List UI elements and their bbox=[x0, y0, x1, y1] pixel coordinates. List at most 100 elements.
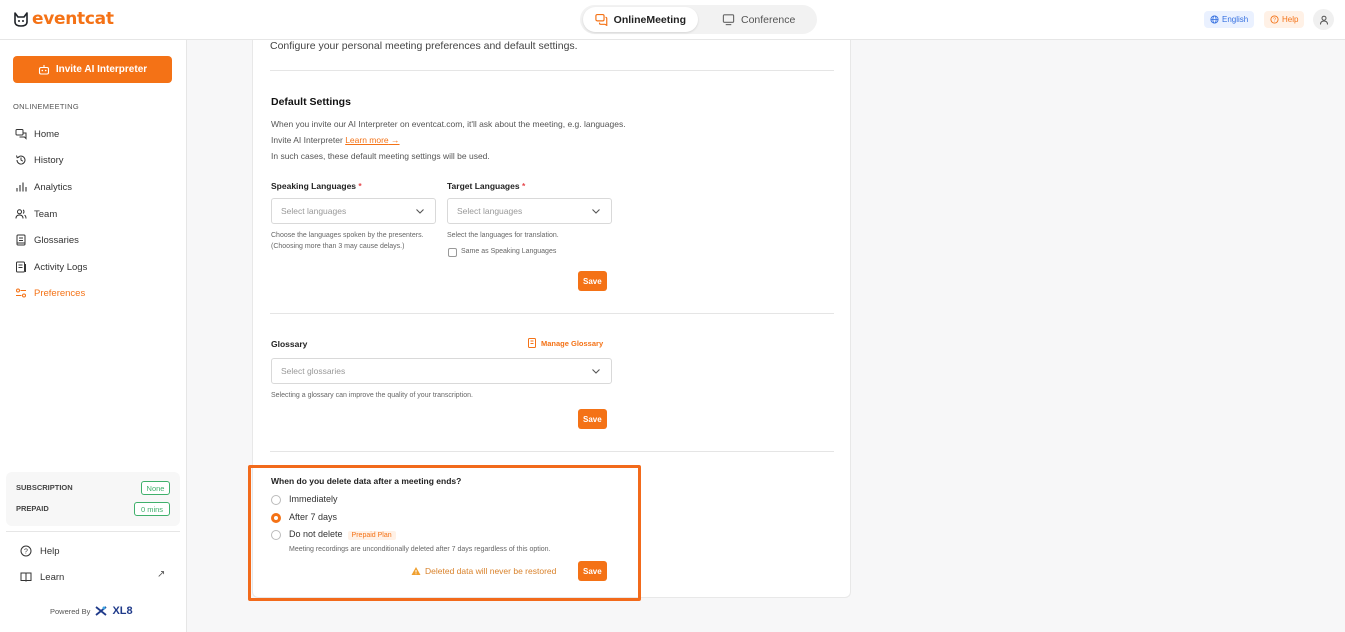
deletion-warning-text: Deleted data will never be restored bbox=[425, 566, 557, 576]
sidebar-help-link[interactable]: ? Help bbox=[20, 543, 60, 559]
chevron-down-icon bbox=[416, 209, 424, 214]
required-mark: * bbox=[521, 181, 526, 191]
sidebar-item-glossaries[interactable]: Glossaries bbox=[15, 232, 79, 248]
default-settings-save-button[interactable]: Save bbox=[578, 271, 607, 291]
invite-ai-interpreter-button[interactable]: Invite AI Interpreter bbox=[13, 56, 172, 83]
sidebar-item-preferences[interactable]: Preferences bbox=[15, 285, 85, 301]
radio-immediately[interactable] bbox=[271, 495, 281, 505]
eventcat-logo[interactable]: eventcat bbox=[12, 9, 114, 29]
speaking-languages-placeholder: Select languages bbox=[281, 206, 347, 216]
sidebar-item-label: History bbox=[34, 154, 64, 166]
sidebar-item-home[interactable]: Home bbox=[15, 126, 59, 142]
default-settings-note: In such cases, these default meeting set… bbox=[271, 151, 490, 161]
activity-log-icon bbox=[16, 261, 26, 273]
prepaid-plan-badge: Prepaid Plan bbox=[347, 531, 396, 540]
section-divider bbox=[270, 451, 834, 452]
preferences-card: Configure your personal meeting preferen… bbox=[252, 40, 851, 598]
history-icon bbox=[16, 155, 26, 165]
sidebar-item-analytics[interactable]: Analytics bbox=[15, 179, 72, 195]
globe-icon bbox=[1210, 15, 1219, 24]
radio-immediately-label[interactable]: Immediately bbox=[289, 494, 338, 504]
glossary-hint: Selecting a glossary can improve the qua… bbox=[271, 392, 473, 399]
radio-after-7-days-label[interactable]: After 7 days bbox=[289, 512, 337, 522]
sidebar-item-history[interactable]: History bbox=[15, 152, 64, 168]
glossary-placeholder: Select glossaries bbox=[281, 366, 346, 376]
radio-after-7-days[interactable] bbox=[271, 513, 281, 523]
manage-glossary-label: Manage Glossary bbox=[541, 338, 604, 348]
powered-by: Powered By XL8 bbox=[50, 605, 133, 617]
deletion-save-button[interactable]: Save bbox=[578, 561, 607, 581]
user-avatar-button[interactable] bbox=[1313, 9, 1334, 30]
prepaid-minutes-badge: 0 mins bbox=[134, 502, 170, 516]
same-as-speaking-checkbox[interactable] bbox=[448, 248, 457, 257]
tab-online-meeting-label: OnlineMeeting bbox=[613, 13, 686, 26]
invite-text: Invite AI Interpreter bbox=[271, 135, 346, 145]
sidebar-item-team[interactable]: Team bbox=[15, 206, 57, 222]
glossary-icon bbox=[528, 338, 536, 348]
target-languages-label: Target Languages * bbox=[447, 181, 525, 191]
sidebar-item-activity-logs[interactable]: Activity Logs bbox=[15, 259, 87, 275]
section-divider bbox=[270, 313, 834, 314]
default-settings-invite-line: Invite AI Interpreter Learn more → bbox=[271, 135, 400, 145]
language-button[interactable]: English bbox=[1204, 11, 1255, 28]
monitor-icon bbox=[722, 14, 735, 26]
subscription-label: SUBSCRIPTION bbox=[16, 483, 73, 492]
preferences-icon bbox=[16, 288, 26, 298]
question-circle-icon: ? bbox=[1270, 15, 1279, 24]
default-settings-title: Default Settings bbox=[271, 96, 351, 108]
radio-do-not-delete[interactable] bbox=[271, 530, 281, 540]
sidebar-item-label: Preferences bbox=[34, 287, 86, 299]
sidebar: Invite AI Interpreter ONLINEMEETING Home… bbox=[0, 40, 187, 632]
home-chat-icon bbox=[15, 129, 27, 140]
chat-icon bbox=[595, 13, 608, 26]
sidebar-learn-link[interactable]: Learn bbox=[20, 569, 64, 585]
help-label: Help bbox=[1282, 15, 1299, 24]
radio-do-not-delete-label[interactable]: Do not delete Prepaid Plan bbox=[289, 529, 396, 540]
speaking-languages-select[interactable]: Select languages bbox=[271, 198, 436, 224]
tab-conference[interactable]: Conference bbox=[710, 7, 807, 32]
analytics-icon bbox=[16, 182, 27, 192]
chevron-down-icon bbox=[592, 369, 600, 374]
sidebar-item-label: Analytics bbox=[34, 181, 73, 193]
help-button[interactable]: ? Help bbox=[1264, 11, 1305, 28]
tab-online-meeting[interactable]: OnlineMeeting bbox=[583, 7, 698, 32]
data-deletion-question: When do you delete data after a meeting … bbox=[271, 476, 462, 486]
glossary-select[interactable]: Select glossaries bbox=[271, 358, 612, 384]
required-mark: * bbox=[358, 181, 362, 191]
glossary-icon bbox=[16, 234, 26, 246]
learn-more-label: Learn more bbox=[345, 135, 389, 145]
deletion-warning: Deleted data will never be restored bbox=[411, 566, 556, 576]
same-as-speaking-label[interactable]: Same as Speaking Languages bbox=[461, 247, 556, 258]
top-bar: eventcat OnlineMeeting Conference Englis… bbox=[0, 0, 1345, 40]
main-content: Configure your personal meeting preferen… bbox=[187, 40, 1345, 632]
speaking-languages-hint: Choose the languages spoken by the prese… bbox=[271, 232, 424, 250]
target-languages-select[interactable]: Select languages bbox=[447, 198, 612, 224]
manage-glossary-link[interactable]: Manage Glossary bbox=[527, 338, 603, 348]
glossary-save-button[interactable]: Save bbox=[578, 409, 607, 429]
chevron-down-icon bbox=[592, 209, 600, 214]
sidebar-divider bbox=[6, 531, 180, 532]
external-link-icon: ↗ bbox=[157, 569, 166, 580]
glossary-title: Glossary bbox=[271, 339, 308, 349]
svg-text:?: ? bbox=[24, 549, 28, 556]
mode-switch: OnlineMeeting Conference bbox=[580, 5, 817, 34]
invite-label: Invite AI Interpreter bbox=[55, 64, 148, 75]
do-not-delete-text: Do not delete bbox=[289, 529, 343, 539]
subscription-card: SUBSCRIPTION None PREPAID 0 mins bbox=[6, 472, 180, 526]
robot-icon bbox=[38, 64, 49, 75]
user-icon bbox=[1319, 15, 1328, 25]
default-settings-description: When you invite our AI Interpreter on ev… bbox=[271, 119, 626, 129]
sidebar-item-label: Team bbox=[34, 208, 58, 220]
book-icon bbox=[20, 572, 32, 582]
cat-logo-icon bbox=[14, 12, 28, 27]
speaking-languages-label: Speaking Languages * bbox=[271, 181, 362, 191]
section-divider bbox=[270, 70, 834, 71]
deletion-note: Meeting recordings are unconditionally d… bbox=[289, 546, 551, 553]
svg-text:?: ? bbox=[1273, 17, 1276, 23]
target-languages-hint: Select the languages for translation. bbox=[447, 232, 559, 239]
language-label: English bbox=[1222, 15, 1249, 24]
powered-by-brand: XL8 bbox=[112, 605, 133, 617]
tab-conference-label: Conference bbox=[741, 13, 796, 26]
learn-more-link[interactable]: Learn more → bbox=[345, 135, 399, 145]
prepaid-label: PREPAID bbox=[16, 504, 49, 513]
